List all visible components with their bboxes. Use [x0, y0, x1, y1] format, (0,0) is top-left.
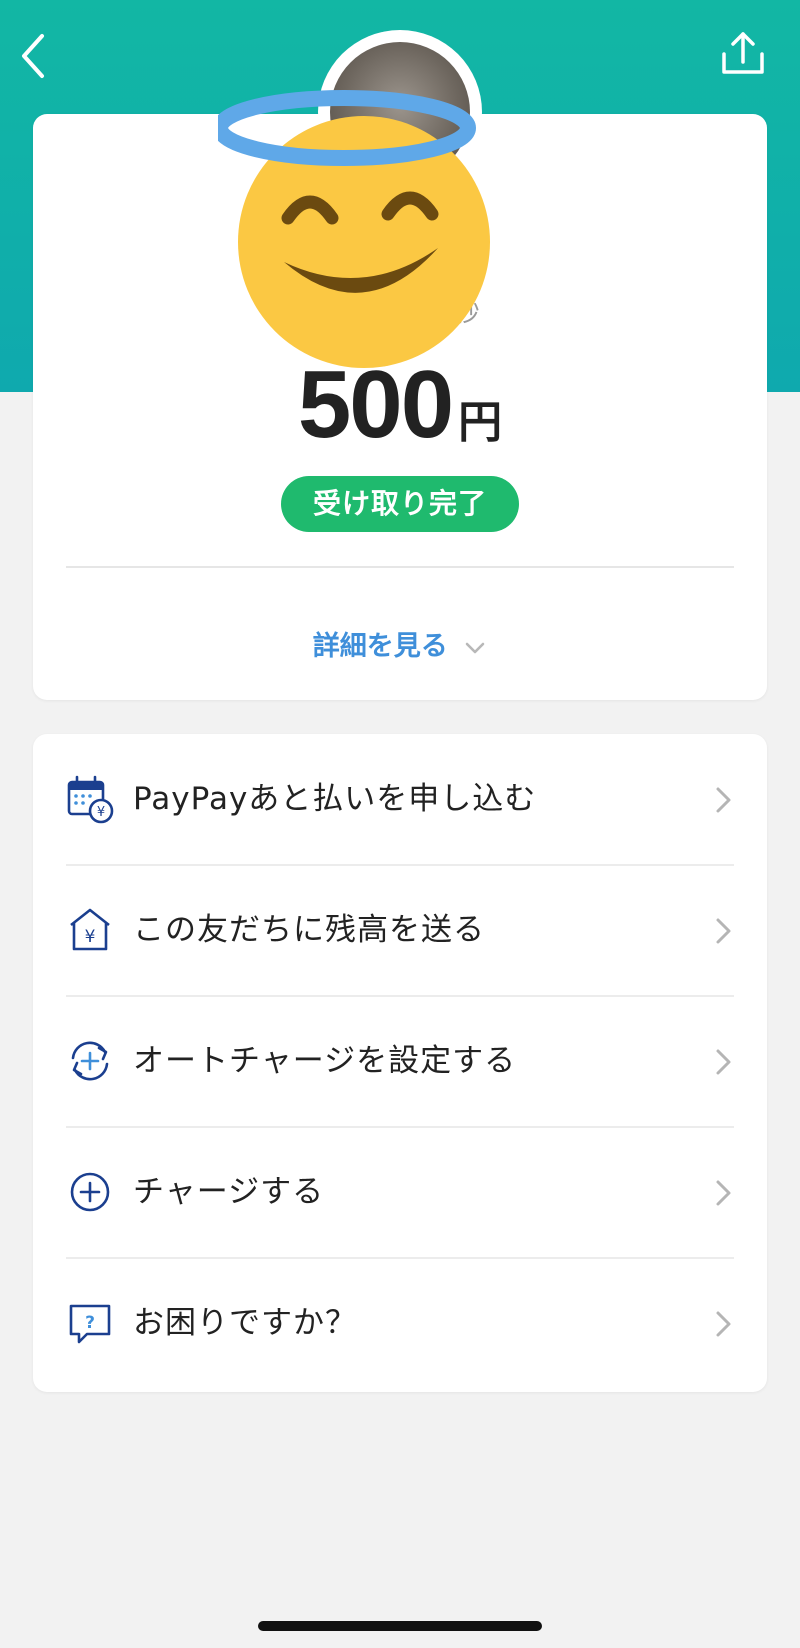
chevron-right-icon	[716, 1049, 731, 1075]
help-chat-icon: ?	[69, 1304, 111, 1344]
smiling-face-with-halo-icon	[212, 90, 512, 370]
view-details-link[interactable]: 詳細を見る	[0, 624, 800, 663]
svg-text:¥: ¥	[97, 805, 105, 820]
view-details-label: 詳細を見る	[312, 631, 448, 662]
calendar-yen-icon: ¥	[67, 775, 114, 824]
menu-item-help[interactable]: ? お困りですか？	[33, 1258, 767, 1389]
divider	[66, 566, 734, 568]
auto-charge-icon	[71, 1041, 109, 1081]
plus-circle-icon	[70, 1172, 110, 1212]
back-button[interactable]	[14, 28, 58, 84]
menu-item-send-balance[interactable]: ¥ この友だちに残高を送る	[33, 865, 767, 996]
menu-item-auto-charge[interactable]: オートチャージを設定する	[33, 996, 767, 1127]
share-button[interactable]	[718, 28, 768, 82]
chevron-left-icon	[22, 34, 44, 78]
menu-item-label: お困りですか？	[133, 1305, 357, 1341]
svg-text:¥: ¥	[85, 927, 96, 947]
chevron-right-icon	[716, 1311, 731, 1337]
amount-unit: 円	[458, 397, 503, 448]
chevron-down-icon	[465, 642, 485, 653]
menu-item-label: チャージする	[133, 1174, 325, 1210]
chevron-right-icon	[716, 1180, 731, 1206]
chevron-right-icon	[716, 918, 731, 944]
menu-item-paypay-later[interactable]: ¥ PayPayあと払いを申し込む	[33, 734, 767, 865]
menu-item-label: PayPayあと払いを申し込む	[133, 781, 537, 817]
home-indicator	[258, 1621, 542, 1631]
menu-item-label: オートチャージを設定する	[133, 1043, 517, 1079]
status-badge: 受け取り完了	[281, 476, 519, 532]
menu-item-label: この友だちに残高を送る	[133, 912, 485, 948]
share-icon	[722, 32, 764, 74]
svg-text:?: ?	[85, 1313, 95, 1333]
chevron-right-icon	[716, 787, 731, 813]
house-yen-icon: ¥	[70, 908, 110, 951]
menu-item-charge[interactable]: チャージする	[33, 1127, 767, 1258]
